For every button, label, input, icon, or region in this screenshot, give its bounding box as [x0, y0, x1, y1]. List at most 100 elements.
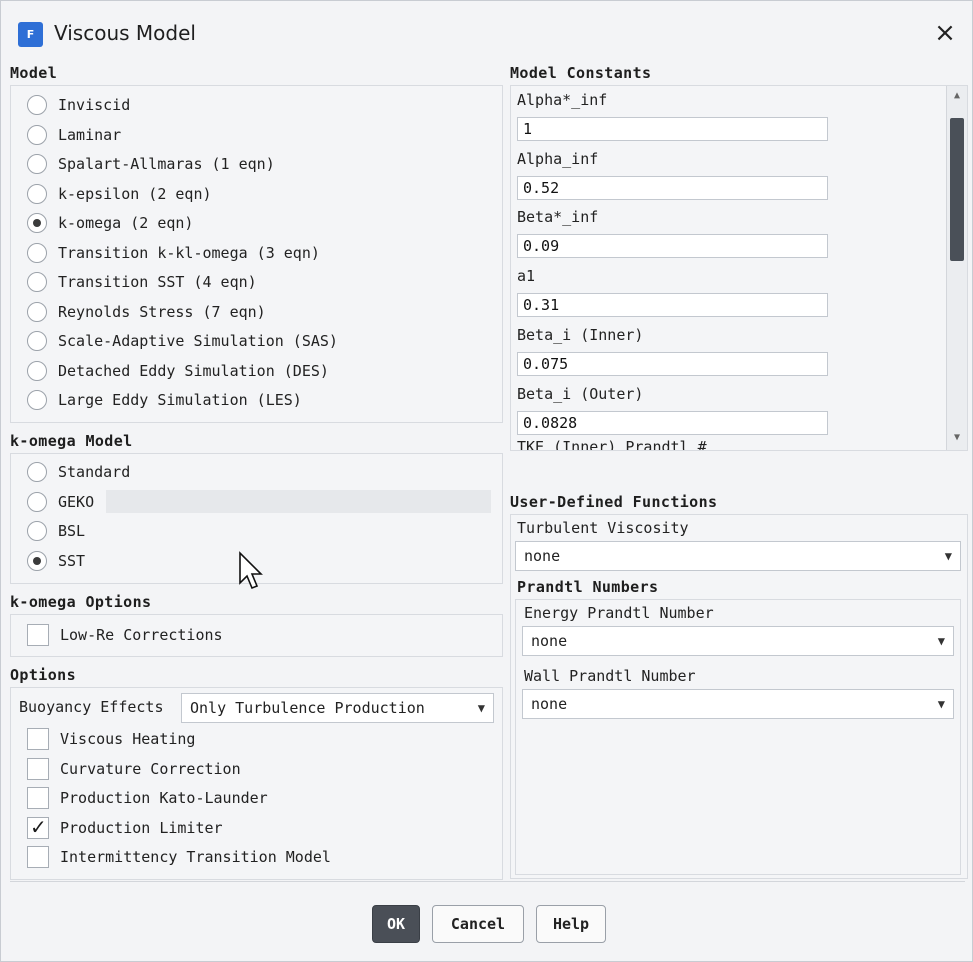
komega-options-section-title: k-omega Options: [10, 593, 152, 611]
model-option[interactable]: Reynolds Stress (7 eqn): [27, 300, 266, 324]
option-check-row[interactable]: Production Limiter: [27, 815, 223, 840]
buoyancy-effects-value: Only Turbulence Production: [190, 699, 425, 717]
komega-model-option[interactable]: GEKO: [27, 490, 94, 514]
cancel-button[interactable]: Cancel: [432, 905, 524, 943]
komega-model-label: Standard: [58, 463, 131, 481]
komega-model-radio[interactable]: [27, 462, 47, 482]
low-re-corrections-checkbox[interactable]: [27, 624, 49, 646]
option-checkbox[interactable]: [27, 728, 49, 750]
model-radio[interactable]: [27, 154, 47, 174]
model-radio[interactable]: [27, 272, 47, 292]
option-checkbox[interactable]: [27, 757, 49, 780]
constant-label: a1: [517, 267, 536, 286]
scroll-up-icon[interactable]: ▲: [951, 90, 963, 101]
constant-input[interactable]: 0.09: [517, 234, 828, 259]
komega-model-label: SST: [58, 551, 86, 570]
model-label: Scale-Adaptive Simulation (SAS): [58, 332, 338, 350]
turbulent-viscosity-value: none: [524, 547, 561, 565]
scroll-thumb[interactable]: [950, 118, 964, 261]
turbulent-viscosity-dropdown[interactable]: none ▼: [515, 541, 961, 571]
model-radio[interactable]: [27, 95, 47, 115]
model-option[interactable]: Transition SST (4 eqn): [27, 270, 257, 294]
option-check-row[interactable]: Intermittency Transition Model: [27, 845, 331, 869]
constant-input[interactable]: 0.075: [517, 351, 828, 376]
model-label: Inviscid: [58, 96, 131, 114]
model-option[interactable]: Inviscid: [27, 93, 130, 117]
wall-prandtl-label: Wall Prandtl Number: [524, 667, 696, 685]
udf-section-title: User-Defined Functions: [510, 493, 718, 511]
komega-model-radio[interactable]: [27, 550, 47, 571]
model-option[interactable]: k-epsilon (2 eqn): [27, 182, 212, 206]
model-option[interactable]: Spalart-Allmaras (1 eqn): [27, 152, 275, 176]
constants-scrollbar[interactable]: ▲ ▼: [946, 86, 967, 450]
option-checkbox[interactable]: [27, 846, 49, 868]
option-checkbox[interactable]: [27, 815, 49, 839]
energy-prandtl-label: Energy Prandtl Number: [524, 604, 714, 622]
model-label: Transition SST (4 eqn): [58, 273, 257, 291]
prandtl-numbers-group: Energy Prandtl Number none ▼ Wall Prandt…: [515, 599, 961, 875]
title-bar: F Viscous Model ×: [1, 1, 972, 63]
chevron-down-icon: ▼: [937, 697, 945, 711]
close-icon[interactable]: ×: [929, 15, 961, 51]
komega-model-option[interactable]: SST: [27, 549, 85, 573]
model-label: Detached Eddy Simulation (DES): [58, 361, 329, 380]
model-label: Transition k-kl-omega (3 eqn): [58, 243, 320, 262]
model-constants-section-title: Model Constants: [510, 64, 652, 82]
low-re-corrections-label: Low-Re Corrections: [60, 626, 223, 644]
wall-prandtl-value: none: [531, 695, 568, 713]
option-checkbox[interactable]: [27, 787, 49, 809]
mouse-cursor-icon: [239, 551, 263, 590]
model-radio[interactable]: [27, 124, 47, 145]
ok-button[interactable]: OK: [372, 905, 420, 943]
scroll-down-icon[interactable]: ▼: [951, 432, 963, 443]
model-radio[interactable]: [27, 242, 47, 263]
komega-model-radio[interactable]: [27, 491, 47, 512]
chevron-down-icon: ▼: [477, 701, 485, 715]
model-section-title: Model: [10, 64, 58, 82]
constant-input[interactable]: 0.0828: [517, 410, 828, 435]
model-option[interactable]: k-omega (2 eqn): [27, 211, 193, 235]
constant-label: Beta_i (Outer): [517, 384, 644, 403]
model-radio[interactable]: [27, 301, 47, 322]
chevron-down-icon: ▼: [937, 634, 945, 648]
options-panel: Buoyancy Effects Only Turbulence Product…: [10, 687, 503, 880]
option-check-label: Production Kato-Launder: [60, 789, 268, 807]
constant-input[interactable]: 0.31: [517, 293, 828, 318]
turbulent-viscosity-label: Turbulent Viscosity: [517, 519, 689, 537]
model-option[interactable]: Transition k-kl-omega (3 eqn): [27, 241, 320, 265]
model-label: k-epsilon (2 eqn): [58, 184, 212, 203]
model-radio[interactable]: [27, 331, 47, 351]
constant-label: Alpha*_inf: [517, 91, 608, 109]
komega-model-option[interactable]: BSL: [27, 519, 85, 543]
option-check-row[interactable]: Viscous Heating: [27, 727, 195, 751]
model-label: Spalart-Allmaras (1 eqn): [58, 155, 275, 173]
model-panel: Inviscid Laminar Spalart-Allmaras (1 eqn) k…: [10, 85, 503, 423]
model-label: Reynolds Stress (7 eqn): [58, 302, 266, 321]
help-button[interactable]: Help: [536, 905, 606, 943]
model-option[interactable]: Detached Eddy Simulation (DES): [27, 359, 329, 383]
model-radio[interactable]: [27, 390, 47, 410]
buoyancy-effects-dropdown[interactable]: Only Turbulence Production ▼: [181, 693, 494, 723]
wall-prandtl-dropdown[interactable]: none ▼: [522, 689, 954, 719]
model-label: k-omega (2 eqn): [58, 214, 194, 232]
komega-options-panel: Low-Re Corrections: [10, 614, 503, 657]
model-radio[interactable]: [27, 360, 47, 381]
komega-model-option[interactable]: Standard: [27, 460, 130, 484]
constant-input[interactable]: 0.52: [517, 175, 828, 200]
model-radio[interactable]: [27, 213, 47, 233]
hover-highlight: [106, 490, 491, 513]
model-constants-panel: Alpha*_inf 1 Alpha_inf 0.52 Beta*_inf 0.09 a1 0…: [510, 85, 968, 451]
energy-prandtl-dropdown[interactable]: none ▼: [522, 626, 954, 656]
komega-model-label: GEKO: [58, 492, 95, 511]
option-check-row[interactable]: Curvature Correction: [27, 757, 241, 781]
model-radio[interactable]: [27, 183, 47, 204]
model-option[interactable]: Scale-Adaptive Simulation (SAS): [27, 329, 338, 353]
prandtl-numbers-title: Prandtl Numbers: [517, 578, 659, 596]
window-title: Viscous Model: [54, 21, 196, 45]
model-option[interactable]: Large Eddy Simulation (LES): [27, 388, 302, 412]
model-option[interactable]: Laminar: [27, 123, 121, 147]
komega-model-radio[interactable]: [27, 521, 47, 541]
constant-input[interactable]: 1: [517, 117, 828, 141]
option-check-row[interactable]: Production Kato-Launder: [27, 786, 268, 810]
low-re-corrections-option[interactable]: Low-Re Corrections: [27, 623, 223, 647]
